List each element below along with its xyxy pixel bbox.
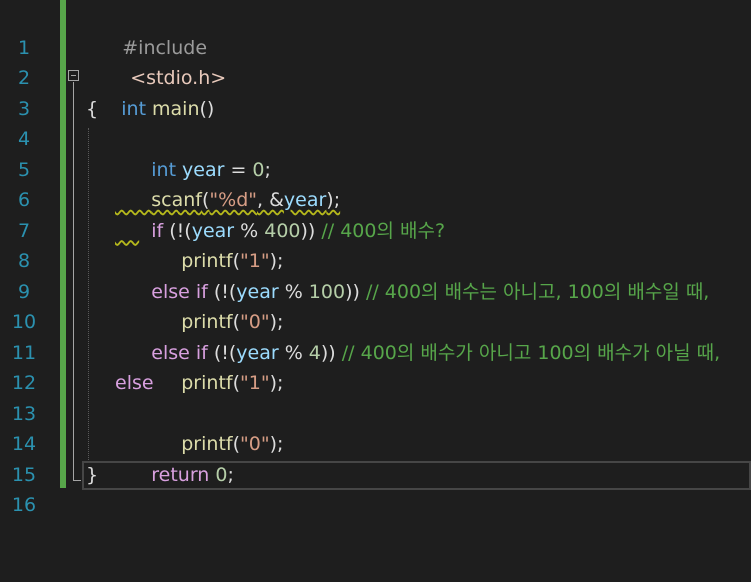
code-line-10[interactable]: 10 printf("0");	[0, 277, 751, 333]
code-line-12[interactable]: 12 printf("1");	[0, 338, 751, 394]
code-line-14[interactable]: 14 printf("0");	[0, 399, 751, 455]
code-line-4[interactable]: 4 {	[0, 94, 751, 151]
code-line-3[interactable]: 3 int main()	[0, 63, 751, 120]
open-brace: {	[86, 97, 99, 120]
code-line-9[interactable]: 9 else if (!(year % 100)) // 400의 배수는 아니고…	[0, 246, 751, 303]
code-line-1[interactable]: 1 #include <stdio.h>	[0, 2, 751, 90]
code-line-8[interactable]: 8 printf("1");	[0, 216, 751, 272]
code-line-16[interactable]: 16 }	[0, 460, 751, 517]
code-line-7[interactable]: 7 if (!(year % 400)) // 400의 배수?	[0, 185, 751, 242]
code-line-5[interactable]: 5 int year = 0;	[0, 124, 751, 181]
code-line-2[interactable]: 2	[0, 33, 751, 89]
close-brace: }	[86, 463, 99, 486]
code-line-13[interactable]: 13 else	[0, 368, 751, 425]
code-editor[interactable]: 1 #include <stdio.h> 2 3 int main() 4 { 5…	[0, 0, 751, 517]
code-line-11[interactable]: 11 else if (!(year % 4)) // 400의 배수가 아니고 …	[0, 307, 751, 364]
keyword-else: else	[115, 372, 154, 394]
code-line-6[interactable]: 6 scanf("%d", &year);	[0, 155, 751, 211]
code-line-15[interactable]: 15 return 0;	[0, 429, 751, 486]
